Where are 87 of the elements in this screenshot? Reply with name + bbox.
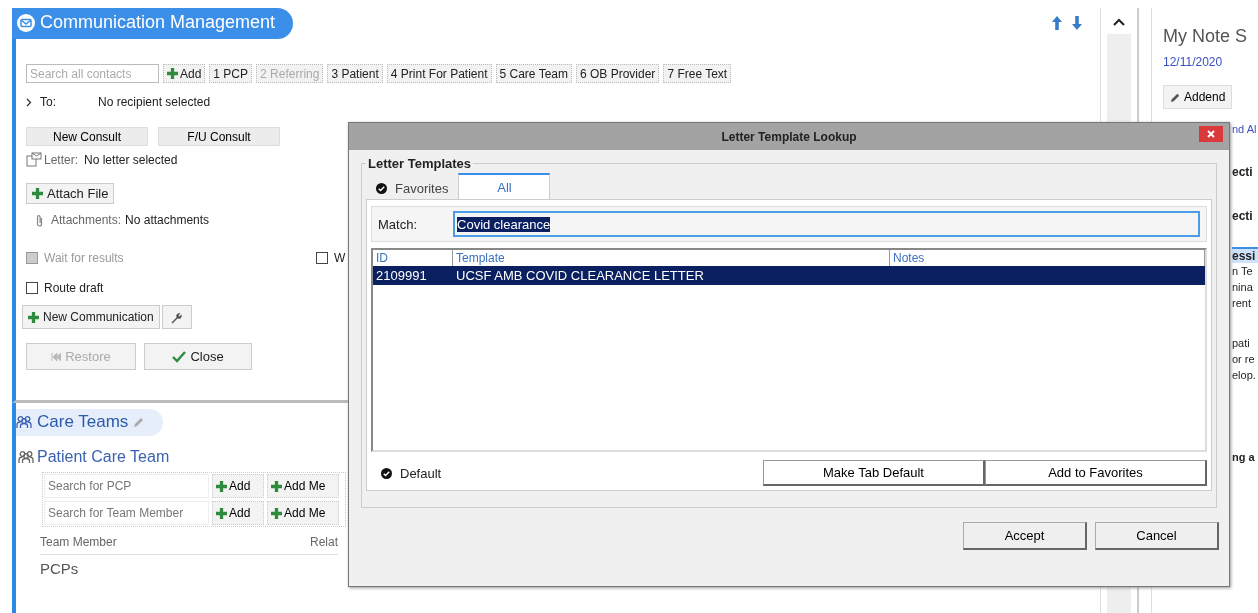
group-title: Letter Templates <box>367 156 473 171</box>
people-icon <box>16 415 32 429</box>
recipient-button[interactable]: 5 Care Team <box>495 64 572 83</box>
recipient-button[interactable]: 4 Print For Patient <box>386 64 492 83</box>
addend-button[interactable]: Addend <box>1163 85 1233 109</box>
checkbox[interactable] <box>316 252 328 264</box>
plus-icon <box>167 68 178 79</box>
recipient-button[interactable]: 6 OB Provider <box>576 64 660 83</box>
column-header: Relat <box>310 535 338 549</box>
letter-value: No letter selected <box>84 152 178 167</box>
add-me-button[interactable]: Add Me <box>267 474 339 498</box>
paperclip-icon <box>36 213 43 227</box>
note-text: pati <box>1232 336 1251 351</box>
note-text: ng a <box>1232 451 1256 463</box>
arrow-down-icon[interactable] <box>1072 16 1082 30</box>
note-text: essi <box>1232 247 1258 263</box>
plus-icon <box>271 480 282 492</box>
add-button[interactable]: Add <box>212 501 264 525</box>
dialog-title: Letter Template Lookup <box>721 129 857 144</box>
pencil-icon <box>1170 91 1181 103</box>
checkbox-label: Route draft <box>44 281 104 295</box>
chevron-up-icon[interactable] <box>1113 18 1125 26</box>
envelope-icon <box>16 12 36 33</box>
column-header: Team Member <box>40 535 117 549</box>
dialog-button[interactable]: Make Tab Default <box>763 460 985 486</box>
people-icon <box>18 450 34 464</box>
chevron-right-icon[interactable] <box>26 97 32 107</box>
dialog-button[interactable]: Cancel <box>1095 522 1219 550</box>
template-row[interactable]: 2109991 UCSF AMB COVID CLEARANCE LETTER <box>373 266 1205 285</box>
note-date: 12/11/2020 <box>1163 55 1224 69</box>
add-button[interactable]: Add <box>212 474 264 498</box>
panel-title: Communication Management <box>12 8 294 39</box>
note-text: ecti <box>1232 165 1254 179</box>
arrow-up-icon[interactable] <box>1052 16 1062 30</box>
add-button[interactable]: Add <box>163 64 206 83</box>
letter-icon <box>26 152 42 167</box>
table-cell-text: 2109991 <box>375 268 428 283</box>
close-button[interactable]: Close <box>144 343 252 370</box>
checkmark-icon <box>172 350 187 363</box>
attachments-value: No attachments <box>125 213 210 227</box>
note-link[interactable]: nd Al <box>1232 123 1258 135</box>
note-text: rent <box>1232 296 1252 311</box>
note-text: nina <box>1232 280 1254 295</box>
new-communication-button[interactable]: New Communication <box>22 305 160 329</box>
note-text: ecti <box>1232 209 1254 223</box>
contact-search-field[interactable]: Search all contacts <box>26 64 159 83</box>
note-title: My Note S <box>1163 26 1249 47</box>
to-label: To: <box>40 95 57 109</box>
letter-label: Letter: <box>44 152 79 167</box>
note-text: elop. <box>1232 368 1257 383</box>
consult-button[interactable]: New Consult <box>26 127 148 146</box>
attachments-label: Attachments: <box>51 213 122 227</box>
plus-icon <box>216 507 227 519</box>
match-label: Match: <box>378 216 417 232</box>
checkbox-label: W <box>334 251 346 265</box>
close-button[interactable] <box>1199 126 1223 142</box>
plus-icon <box>28 311 39 323</box>
recipient-button[interactable]: 1 PCP <box>209 64 253 83</box>
plus-icon <box>271 507 282 519</box>
note-text: n Te <box>1232 264 1254 279</box>
wrench-icon <box>170 310 184 324</box>
to-value: No recipient selected <box>98 95 211 109</box>
patient-care-team-heading: Patient Care Team <box>37 448 170 466</box>
attach-file-button[interactable]: Attach File <box>26 183 115 204</box>
table-cell-text: UCSF AMB COVID CLEARANCE LETTER <box>455 268 705 283</box>
tab[interactable]: Favorites <box>366 177 459 199</box>
default-label: Default <box>400 465 442 481</box>
match-field[interactable]: Covid clearance <box>453 211 1200 237</box>
group-heading: PCPs <box>40 560 80 577</box>
note-text: or re <box>1232 352 1256 367</box>
plus-icon <box>32 188 43 199</box>
checkbox-label: Wait for results <box>44 251 124 265</box>
care-teams-title: Care Teams <box>16 409 164 436</box>
dialog-button[interactable]: Add to Favorites <box>985 460 1207 486</box>
tab[interactable]: All <box>458 173 551 199</box>
close-icon <box>1207 130 1215 138</box>
team-search-field[interactable]: Search for PCP <box>44 474 209 498</box>
wrench-button[interactable] <box>161 305 192 329</box>
recipient-button[interactable]: 3 Patient <box>327 64 383 83</box>
recipient-button[interactable]: 7 Free Text <box>663 64 732 83</box>
add-me-button[interactable]: Add Me <box>267 501 339 525</box>
checkbox[interactable] <box>26 282 38 294</box>
dialog-button[interactable]: Accept <box>963 522 1087 550</box>
skip-back-icon <box>51 352 62 361</box>
team-search-field[interactable]: Search for Team Member <box>44 501 209 525</box>
consult-button[interactable]: F/U Consult <box>158 127 280 146</box>
plus-icon <box>216 480 227 492</box>
